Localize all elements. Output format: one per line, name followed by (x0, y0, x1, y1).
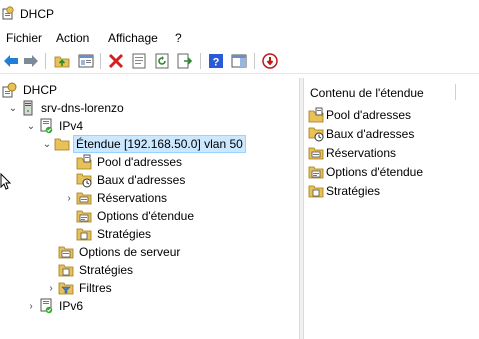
address-pool-icon (308, 107, 324, 123)
policies-folder-icon (308, 183, 324, 199)
tree-node-server[interactable]: ⌄ srv-dns-lorenzo (6, 99, 126, 117)
reservations-icon (76, 190, 92, 206)
chevron-right-icon[interactable]: › (24, 299, 38, 313)
menu-action[interactable]: Action (56, 31, 89, 45)
options-folder-icon (76, 208, 92, 224)
address-pool-icon (76, 154, 92, 170)
tree-node-scope[interactable]: ⌄ Étendue [192.168.50.0] vlan 50 (40, 135, 246, 153)
menu-help[interactable]: ? (175, 31, 182, 45)
tree-node-address-leases[interactable]: Baux d'adresses (62, 171, 187, 189)
show-action-pane-icon[interactable] (230, 52, 248, 70)
chevron-down-icon[interactable]: ⌄ (6, 101, 20, 115)
toolbar: ? (0, 48, 479, 74)
menu-affichage[interactable]: Affichage (108, 31, 158, 45)
server-icon (20, 100, 36, 116)
chevron-right-icon[interactable]: › (44, 281, 58, 295)
server-options-folder-icon (58, 244, 74, 260)
content-column-header[interactable]: Contenu de l'étendue (310, 86, 424, 100)
delete-icon[interactable] (107, 52, 125, 70)
content-pane: Contenu de l'étendue Pool d'adresses Bau… (304, 78, 479, 339)
dhcp-app-icon (2, 6, 16, 20)
address-leases-icon (308, 126, 324, 142)
chevron-right-icon[interactable]: › (62, 191, 76, 205)
tree-node-reservations[interactable]: › Réservations (62, 189, 169, 207)
tree-node-ipv4[interactable]: ⌄ IPv4 (24, 117, 85, 135)
ipv6-icon (38, 298, 54, 314)
up-folder-icon[interactable] (53, 52, 71, 70)
list-item-policies[interactable]: Stratégies (308, 182, 380, 200)
tree-node-scope-policies[interactable]: Stratégies (62, 225, 153, 243)
chevron-down-icon[interactable]: ⌄ (40, 137, 54, 151)
tree-node-dhcp[interactable]: DHCP (2, 81, 59, 99)
properties-icon[interactable] (130, 52, 148, 70)
list-item-address-pool[interactable]: Pool d'adresses (308, 106, 411, 124)
options-folder-icon (308, 164, 324, 180)
tree-node-policies[interactable]: Stratégies (44, 261, 135, 279)
tree-node-address-pool[interactable]: Pool d'adresses (62, 153, 184, 171)
menu-fichier[interactable]: Fichier (6, 31, 42, 45)
tree-node-ipv6[interactable]: › IPv6 (24, 297, 85, 315)
dhcp-server-icon (2, 82, 18, 98)
chevron-down-icon[interactable]: ⌄ (24, 119, 38, 133)
back-arrow-icon[interactable] (2, 52, 20, 70)
reservations-icon (308, 145, 324, 161)
policies-folder-icon (76, 226, 92, 242)
stop-service-icon[interactable] (261, 52, 279, 70)
policies-folder-icon (58, 262, 74, 278)
export-list-icon[interactable] (176, 52, 194, 70)
mouse-cursor-icon (0, 172, 12, 191)
refresh-icon[interactable] (153, 52, 171, 70)
tree-node-scope-options[interactable]: Options d'étendue (62, 207, 196, 225)
address-leases-icon (76, 172, 92, 188)
svg-text:?: ? (213, 57, 220, 69)
title-bar: DHCP (0, 0, 479, 28)
forward-arrow-icon[interactable] (22, 52, 40, 70)
folder-icon (54, 136, 70, 152)
menu-bar: Fichier Action Affichage ? (0, 28, 479, 48)
show-hide-tree-icon[interactable] (77, 52, 95, 70)
tree-node-server-options[interactable]: Options de serveur (44, 243, 182, 261)
list-item-address-leases[interactable]: Baux d'adresses (308, 125, 414, 143)
list-item-scope-options[interactable]: Options d'étendue (308, 163, 423, 181)
tree-node-filters[interactable]: › Filtres (44, 279, 114, 297)
help-icon[interactable]: ? (207, 52, 225, 70)
ipv4-icon (38, 118, 54, 134)
window-title: DHCP (20, 7, 55, 21)
console-tree: DHCP ⌄ srv-dns-lorenzo ⌄ IPv4 ⌄ Étendue … (0, 78, 299, 339)
list-item-reservations[interactable]: Réservations (308, 144, 396, 162)
column-divider[interactable] (455, 84, 456, 100)
filter-icon (58, 280, 74, 296)
